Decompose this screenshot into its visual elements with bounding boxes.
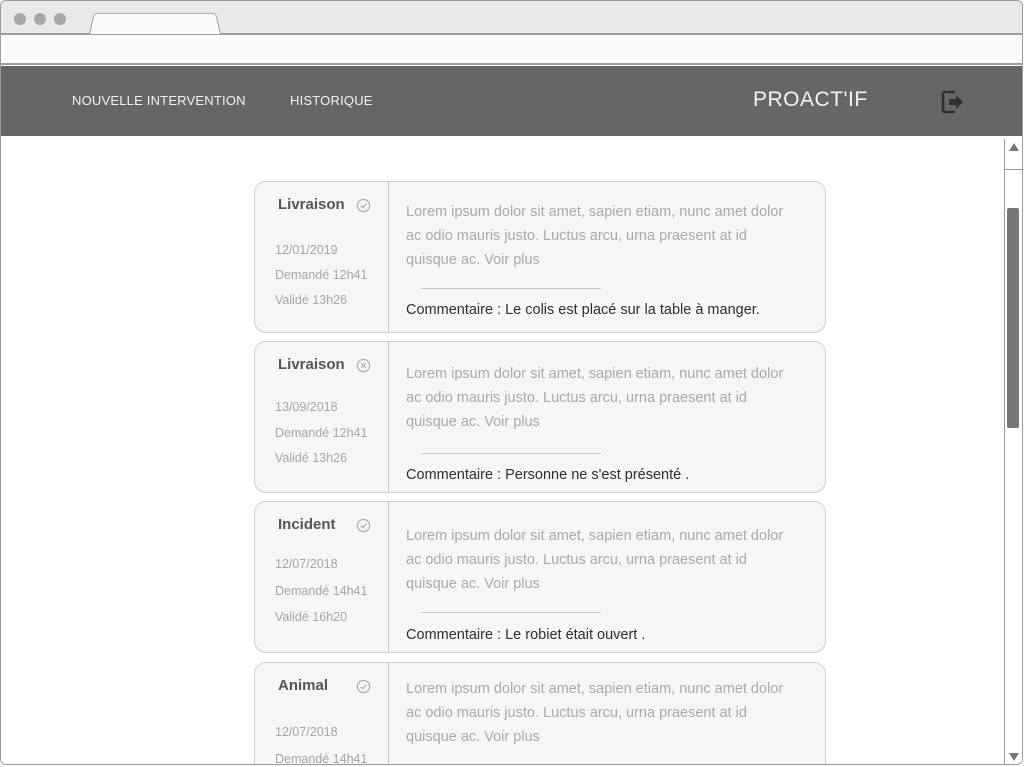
divider (421, 612, 601, 613)
intervention-type: Incident (278, 516, 336, 533)
x-circle-icon (356, 358, 371, 373)
intervention-type: Livraison (278, 356, 345, 373)
intervention-description: Lorem ipsum dolor sit amet, sapien etiam… (406, 681, 784, 745)
scrollbar-thumb[interactable] (1007, 208, 1019, 428)
divider (421, 288, 601, 289)
browser-tab[interactable] (89, 12, 221, 34)
intervention-card[interactable]: Livraison 13/09/2018 Demandé 12h41 Valid… (254, 341, 826, 493)
requested-time: Demandé 12h41 (275, 268, 368, 282)
divider (421, 453, 601, 454)
intervention-card[interactable]: Livraison 12/01/2019 Demandé 12h41 Valid… (254, 181, 826, 333)
app-header: NOUVELLE INTERVENTION HISTORIQUE PROACT'… (1, 66, 1022, 136)
brand-logo: PROACT'IF (753, 88, 868, 111)
vertical-scrollbar[interactable] (1004, 139, 1022, 764)
history-list[interactable]: Livraison 12/01/2019 Demandé 12h41 Valid… (1, 136, 1003, 765)
logout-icon[interactable] (941, 89, 965, 115)
scrollbar-divider (1005, 169, 1022, 170)
intervention-comment: Commentaire : Le colis est placé sur la … (406, 302, 760, 318)
intervention-description: Lorem ipsum dolor sit amet, sapien etiam… (406, 366, 784, 430)
intervention-date: 12/01/2019 (275, 243, 338, 257)
window-close-dot[interactable] (14, 13, 26, 25)
card-summary: Livraison 13/09/2018 Demandé 12h41 Valid… (255, 342, 389, 492)
window-minimize-dot[interactable] (34, 13, 46, 25)
intervention-comment: Commentaire : Le robiet était ouvert . (406, 627, 646, 643)
validated-time: Validé 13h26 (275, 293, 348, 307)
intervention-date: 12/07/2018 (275, 557, 338, 571)
requested-time: Demandé 14h41 (275, 752, 368, 765)
validated-time: Validé 16h20 (275, 610, 348, 624)
card-summary: Incident 12/07/2018 Demandé 14h41 Validé… (255, 502, 389, 652)
browser-titlebar (1, 1, 1022, 35)
requested-time: Demandé 14h41 (275, 584, 368, 598)
intervention-comment: Commentaire : Personne ne s'est présenté… (406, 467, 690, 483)
intervention-card[interactable]: Incident 12/07/2018 Demandé 14h41 Validé… (254, 501, 826, 653)
window-maximize-dot[interactable] (54, 13, 66, 25)
check-circle-icon (356, 679, 371, 694)
card-summary: Livraison 12/01/2019 Demandé 12h41 Valid… (255, 182, 389, 332)
intervention-type: Livraison (278, 196, 345, 213)
intervention-date: 13/09/2018 (275, 400, 338, 414)
nav-history[interactable]: HISTORIQUE (290, 93, 373, 108)
scroll-down-arrow-icon[interactable] (1009, 753, 1019, 761)
requested-time: Demandé 12h41 (275, 426, 368, 440)
intervention-date: 12/07/2018 (275, 725, 338, 739)
scroll-up-arrow-icon[interactable] (1009, 143, 1019, 151)
intervention-description: Lorem ipsum dolor sit amet, sapien etiam… (406, 528, 784, 592)
browser-window: NOUVELLE INTERVENTION HISTORIQUE PROACT'… (0, 0, 1023, 765)
intervention-type: Animal (278, 677, 329, 694)
intervention-card[interactable]: Animal 12/07/2018 Demandé 14h41 Lorem ip… (254, 662, 826, 765)
card-summary: Animal 12/07/2018 Demandé 14h41 (255, 663, 389, 765)
check-circle-icon (356, 198, 371, 213)
check-circle-icon (356, 518, 371, 533)
validated-time: Validé 13h26 (275, 451, 348, 465)
intervention-description: Lorem ipsum dolor sit amet, sapien etiam… (406, 204, 784, 268)
nav-new-intervention[interactable]: NOUVELLE INTERVENTION (72, 93, 246, 108)
address-bar[interactable] (1, 35, 1022, 65)
